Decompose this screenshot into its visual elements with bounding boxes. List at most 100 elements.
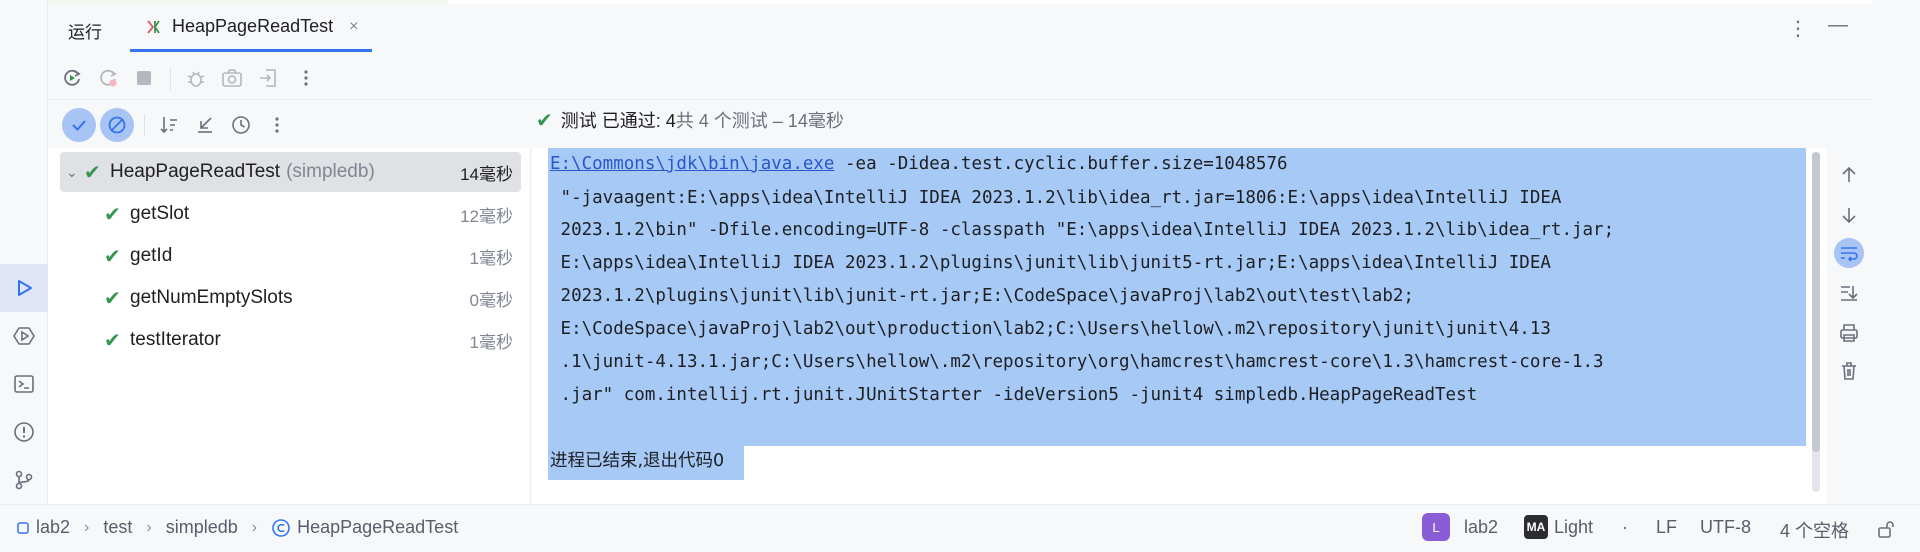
rerun-failed-icon [100,69,117,87]
tree-item-testIterator[interactable]: ✔ testIterator 1毫秒 [104,320,521,360]
encoding-widget[interactable]: UTF-8 [1700,517,1751,538]
collapse-button[interactable] [188,108,222,142]
exit-button[interactable] [254,64,282,92]
test-toolbar-more-button[interactable] [260,108,294,142]
run-tool-button[interactable] [0,264,48,312]
tree-root-row[interactable]: ⌄ ✔ HeapPageReadTest (simpledb) 14毫秒 [60,152,521,192]
soft-wrap-icon [1841,247,1858,262]
indent-widget[interactable]: 4 个空格 [1780,517,1849,543]
problems-icon [14,422,34,442]
check-icon [72,120,86,131]
toolbar-more-button[interactable] [292,64,320,92]
module-badge: L [1422,513,1450,541]
git-tool-button[interactable] [0,456,48,504]
show-passed-toggle[interactable] [62,108,96,142]
terminal-tool-button[interactable] [0,360,48,408]
console-line: 2023.1.2\bin" -Dfile.encoding=UTF-8 -cla… [550,220,1615,240]
console-line: .1\junit-4.13.1.jar;C:\Users\hellow\.m2\… [550,352,1604,372]
soft-wrap-toggle[interactable] [1834,238,1864,268]
test-name: getId [130,245,173,266]
passed-check-icon: ✔ [104,245,121,268]
module-widget[interactable]: L lab2 [1422,513,1498,541]
console-scrollbar-thumb[interactable] [1812,152,1820,452]
breadcrumb-item[interactable]: HeapPageReadTest [297,517,458,538]
console-line: .jar" com.intellij.rt.junit.JUnitStarter… [550,385,1478,405]
tab-run-config[interactable]: HeapPageReadTest × [130,4,373,52]
close-tab-icon[interactable]: × [349,18,358,36]
chevron-right-icon: › [146,518,152,536]
scroll-down-button[interactable] [1834,200,1864,230]
status-dot: · [1622,517,1628,537]
line-separator-widget[interactable]: LF [1656,517,1677,538]
debug-button[interactable] [182,64,210,92]
arrow-up-icon [1842,166,1856,182]
passed-check-icon: ✔ [104,203,121,226]
theme-badge: MA [1524,515,1548,539]
test-class-name: HeapPageReadTest [110,161,281,182]
problems-tool-button[interactable] [0,408,48,456]
tree-item-getNumEmptySlots[interactable]: ✔ getNumEmptySlots 0毫秒 [104,278,521,318]
console-line: "-javaagent:E:\apps\idea\IntelliJ IDEA 2… [550,188,1562,208]
console-toolbar [1826,148,1872,504]
console-line: E:\Commons\jdk\bin\java.exe -ea -Didea.t… [550,154,1288,174]
more-vertical-icon [304,70,308,86]
breadcrumb-item[interactable]: lab2 [36,517,70,538]
stop-icon [137,71,151,85]
test-package: (simpledb) [286,161,375,182]
clock-icon [232,116,250,134]
clear-console-button[interactable] [1834,356,1864,386]
tree-item-getId[interactable]: ✔ getId 1毫秒 [104,236,521,276]
run-toolbar [48,56,1872,100]
test-duration: 1毫秒 [469,248,513,268]
scroll-to-end-icon [1841,286,1858,301]
breadcrumb-item[interactable]: simpledb [166,517,238,538]
exit-icon [260,69,276,87]
sort-button[interactable] [152,108,186,142]
console-line: E:\CodeSpace\javaProj\lab2\out\productio… [550,319,1551,339]
bug-icon [187,71,205,87]
test-duration: 1毫秒 [469,332,513,352]
theme-name: Light [1554,516,1594,537]
more-options-icon[interactable]: ⋮ [1788,16,1808,41]
passed-check-icon: ✔ [84,161,101,184]
tree-item-getSlot[interactable]: ✔ getSlot 12毫秒 [104,194,521,234]
module-name: lab2 [1464,516,1499,537]
test-summary: ✔ 测试 已通过: 4 共 4 个测试 – 14毫秒 [536,106,844,134]
sort-icon [160,117,177,134]
show-ignored-toggle[interactable] [100,108,134,142]
activity-strip [0,0,48,504]
rerun-failed-button[interactable] [94,64,122,92]
rerun-button[interactable] [58,64,86,92]
services-tool-button[interactable] [0,312,48,360]
print-button[interactable] [1834,318,1864,348]
status-bar: lab2 › test › simpledb › HeapPageReadTes… [0,504,1920,552]
scroll-up-button[interactable] [1834,160,1864,190]
breadcrumb-item[interactable]: test [103,517,132,538]
test-name: testIterator [130,329,221,350]
printer-icon [1840,324,1858,342]
history-button[interactable] [224,108,258,142]
ide-window: 运行 HeapPageReadTest × ⋮ — ✔ 测试 已通过: 4 共 … [0,0,1920,552]
passed-check-icon: ✔ [104,329,121,352]
readonly-toggle[interactable] [1876,519,1896,539]
exit-code-line: 进程已结束,退出代码0 [550,451,725,471]
chevron-right-icon: › [251,518,258,536]
stop-button[interactable] [130,64,158,92]
git-branch-icon [15,470,33,490]
test-name: getSlot [130,203,190,224]
console-output[interactable]: E:\Commons\jdk\bin\java.exe -ea -Didea.t… [532,148,1826,504]
terminal-icon [14,375,34,393]
scroll-to-end-button[interactable] [1834,278,1864,308]
module-icon [17,521,29,534]
theme-widget[interactable]: MA Light [1524,515,1593,539]
snapshot-button[interactable] [218,64,246,92]
test-duration: 12毫秒 [460,206,513,226]
java-exe-link[interactable]: E:\Commons\jdk\bin\java.exe [550,154,834,174]
tab-label: HeapPageReadTest [172,16,334,36]
minimize-icon[interactable]: — [1828,14,1848,37]
test-name: getNumEmptySlots [130,287,293,308]
chevron-down-icon[interactable]: ⌄ [66,164,84,181]
services-icon [13,327,35,345]
collapse-icon [198,117,212,133]
trash-icon [1842,362,1856,380]
